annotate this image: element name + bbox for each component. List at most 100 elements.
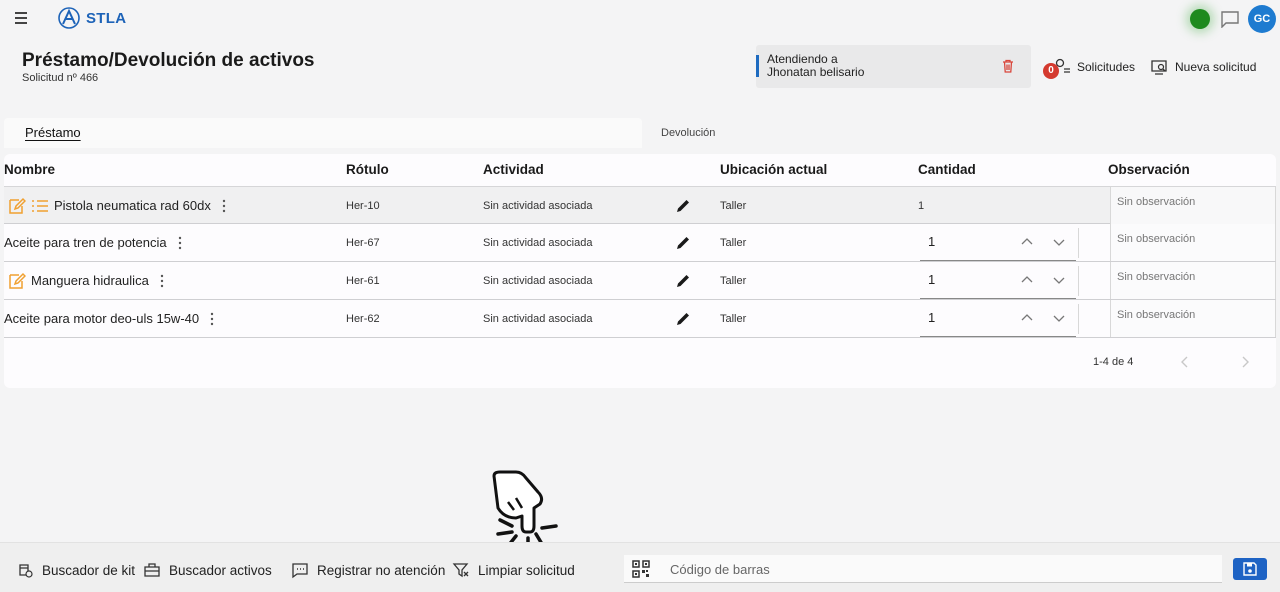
location-cell: Taller: [720, 274, 747, 287]
activity-cell: Sin actividad asociada: [483, 199, 593, 212]
table-row: Aceite para motor deo-uls 15w-40 Her-62 …: [4, 300, 1276, 338]
app-logo: [58, 7, 80, 29]
observation-field[interactable]: [1110, 187, 1276, 224]
asset-label: Her-10: [346, 199, 380, 212]
register-no-attention-button[interactable]: Registrar no atención: [291, 561, 445, 579]
quantity-value[interactable]: 1: [928, 310, 935, 325]
quantity-stepper[interactable]: 1: [920, 224, 1076, 261]
trash-icon[interactable]: [1000, 58, 1016, 74]
quantity-value[interactable]: 1: [928, 272, 935, 287]
clear-request-button[interactable]: Limpiar solicitud: [452, 561, 575, 579]
qr-code-icon: [632, 560, 650, 578]
column-header-ubicacion[interactable]: Ubicación actual: [720, 162, 827, 177]
tab-prestamo[interactable]: Préstamo: [4, 118, 642, 148]
edit-activity-icon[interactable]: [675, 311, 691, 327]
list-icon[interactable]: [31, 199, 49, 213]
new-request-icon: [1151, 60, 1167, 75]
table-row: Pistola neumatica rad 60dx Her-10 Sin ac…: [4, 186, 1276, 224]
chevron-up-icon[interactable]: [1020, 235, 1034, 249]
table-row: Aceite para tren de potencia Her-67 Sin …: [4, 224, 1276, 262]
more-options-icon[interactable]: [217, 198, 231, 214]
asset-label: Her-62: [346, 312, 380, 325]
chevron-right-icon[interactable]: [1238, 355, 1252, 369]
observation-input[interactable]: [1117, 271, 1267, 283]
register-no-attention-label: Registrar no atención: [317, 562, 446, 578]
more-options-icon[interactable]: [173, 235, 187, 251]
activity-cell: Sin actividad asociada: [483, 236, 593, 249]
column-header-observacion[interactable]: Observación: [1108, 162, 1190, 177]
observation-input[interactable]: [1117, 309, 1267, 321]
app-name: STLA: [86, 10, 127, 27]
chat-icon[interactable]: [1220, 10, 1240, 28]
requests-button[interactable]: 0 Solicitudes: [1042, 56, 1138, 79]
save-button[interactable]: [1233, 558, 1267, 580]
name-cell: Aceite para motor deo-uls 15w-40: [4, 300, 219, 337]
name-cell: Aceite para tren de potencia: [4, 224, 187, 261]
new-request-button[interactable]: Nueva solicitud: [1150, 56, 1260, 78]
attending-name: Jhonatan belisario: [767, 65, 865, 79]
kit-search-label: Buscador de kit: [42, 562, 136, 578]
barcode-field[interactable]: [624, 555, 1222, 583]
location-cell: Taller: [720, 312, 747, 325]
observation-field[interactable]: [1110, 300, 1276, 337]
requests-label: Solicitudes: [1077, 60, 1136, 74]
chevron-up-icon[interactable]: [1020, 273, 1034, 287]
chevron-up-icon[interactable]: [1020, 311, 1034, 325]
quantity-cell: 1: [918, 199, 925, 212]
requests-badge: 0: [1043, 63, 1059, 79]
column-header-nombre[interactable]: Nombre: [4, 162, 55, 177]
attending-label: Atendiendo a: [767, 52, 838, 66]
chevron-down-icon[interactable]: [1052, 235, 1066, 249]
asset-label: Her-67: [346, 236, 380, 249]
observation-input[interactable]: [1117, 196, 1267, 208]
asset-search-label: Buscador activos: [169, 562, 272, 578]
status-indicator: [1190, 9, 1210, 29]
observation-field[interactable]: [1110, 224, 1276, 261]
location-cell: Taller: [720, 236, 747, 249]
save-icon: [1243, 562, 1257, 576]
edit-activity-icon[interactable]: [675, 235, 691, 251]
avatar[interactable]: GC: [1248, 5, 1276, 33]
edit-activity-icon[interactable]: [675, 273, 691, 289]
kit-icon: [19, 564, 33, 578]
table-row: Manguera hidraulica Her-61 Sin actividad…: [4, 262, 1276, 300]
tab-devolucion-label: Devolución: [661, 127, 716, 139]
request-number: Solicitud nº 466: [22, 72, 99, 84]
asset-search-button[interactable]: Buscador activos: [143, 561, 272, 579]
chevron-down-icon[interactable]: [1052, 311, 1066, 325]
tab-devolucion[interactable]: Devolución: [645, 118, 1275, 148]
column-header-cantidad[interactable]: Cantidad: [918, 162, 976, 177]
clear-request-label: Limpiar solicitud: [478, 562, 575, 578]
more-options-icon[interactable]: [205, 311, 219, 327]
more-options-icon[interactable]: [155, 273, 169, 289]
asset-name: Aceite para motor deo-uls 15w-40: [4, 311, 200, 326]
edit-activity-icon[interactable]: [675, 198, 691, 214]
name-cell: Pistola neumatica rad 60dx: [4, 187, 231, 224]
quantity-value[interactable]: 1: [928, 234, 935, 249]
quantity-stepper[interactable]: 1: [920, 262, 1076, 299]
pagination-text: 1-4 de 4: [1093, 356, 1134, 368]
column-header-rotulo[interactable]: Rótulo: [346, 162, 389, 177]
barcode-input[interactable]: [670, 560, 1210, 578]
observation-field[interactable]: [1110, 262, 1276, 299]
chevron-down-icon[interactable]: [1052, 273, 1066, 287]
top-bar: STLA GC: [0, 0, 1280, 38]
asset-label: Her-61: [346, 274, 380, 287]
assets-table: Nombre Rótulo Actividad Ubicación actual…: [4, 154, 1276, 388]
new-request-label: Nueva solicitud: [1175, 60, 1257, 74]
name-cell: Manguera hidraulica: [4, 262, 169, 299]
edit-note-icon[interactable]: [8, 197, 26, 215]
menu-icon[interactable]: [10, 9, 32, 29]
asset-name: Manguera hidraulica: [31, 273, 149, 288]
quantity-stepper[interactable]: 1: [920, 300, 1076, 337]
asset-name: Pistola neumatica rad 60dx: [54, 198, 211, 213]
column-header-actividad[interactable]: Actividad: [483, 162, 544, 177]
edit-note-icon[interactable]: [8, 272, 26, 290]
divider: [1078, 228, 1079, 258]
divider: [1078, 304, 1079, 334]
kit-search-button[interactable]: Buscador de kit: [16, 561, 135, 579]
observation-input[interactable]: [1117, 233, 1267, 245]
toolbox-icon: [144, 563, 160, 577]
chevron-left-icon[interactable]: [1178, 355, 1192, 369]
asset-name: Aceite para tren de potencia: [4, 235, 167, 250]
